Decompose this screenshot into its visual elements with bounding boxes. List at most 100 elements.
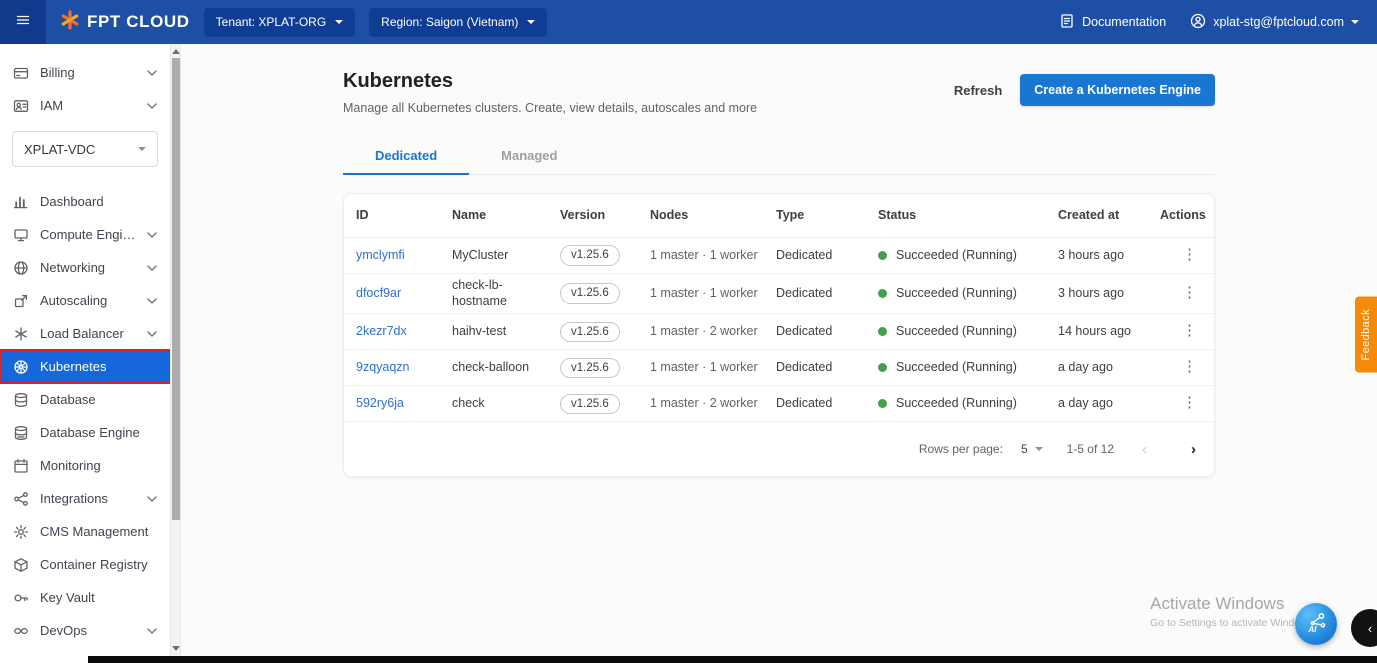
brand-name: FPT CLOUD bbox=[87, 12, 190, 31]
cluster-id-link[interactable]: 9zqyaqzn bbox=[356, 360, 410, 374]
sidebar-item-label: CMS Management bbox=[40, 524, 149, 539]
create-kubernetes-engine-button[interactable]: Create a Kubernetes Engine bbox=[1020, 74, 1215, 106]
sidebar-scrollbar-thumb[interactable] bbox=[172, 58, 180, 520]
sidebar-item-load-balancer[interactable]: Load Balancer bbox=[0, 317, 170, 350]
tab-dedicated[interactable]: Dedicated bbox=[343, 137, 470, 175]
sidebar-item-billing[interactable]: Billing bbox=[0, 56, 170, 89]
cluster-type: Dedicated bbox=[776, 247, 833, 262]
rows-per-page-value: 5 bbox=[1020, 442, 1028, 457]
version-chip: v1.25.6 bbox=[560, 357, 620, 378]
table-row: 592ry6ja check v1.25.6 1 master · 2 worker D… bbox=[344, 386, 1214, 423]
column-header-actions: Actions bbox=[1160, 207, 1206, 222]
page-subtitle: Manage all Kubernetes clusters. Create, … bbox=[343, 101, 758, 115]
sidebar-item-label: Load Balancer bbox=[40, 326, 124, 341]
cms-icon bbox=[13, 524, 29, 540]
cluster-type: Dedicated bbox=[776, 285, 833, 300]
row-actions-kebab-icon[interactable]: ⋮ bbox=[1174, 392, 1205, 413]
version-chip: v1.25.6 bbox=[560, 245, 620, 266]
brand-logo: FPT CLOUD bbox=[60, 9, 190, 35]
pagination-prev-button[interactable]: ‹ bbox=[1138, 441, 1151, 458]
sidebar-item-label: Integrations bbox=[40, 491, 108, 506]
status-dot-icon bbox=[878, 327, 887, 337]
hamburger-icon bbox=[15, 12, 31, 33]
pagination-next-button[interactable]: › bbox=[1187, 441, 1200, 458]
cluster-type: Dedicated bbox=[776, 359, 833, 374]
cluster-id-link[interactable]: dfocf9ar bbox=[356, 286, 401, 300]
sidebar-item-key-vault[interactable]: Key Vault bbox=[0, 581, 170, 614]
row-actions-kebab-icon[interactable]: ⋮ bbox=[1174, 320, 1205, 341]
sidebar-item-devops[interactable]: DevOps bbox=[0, 614, 170, 647]
table-row: ymclymfi MyCluster v1.25.6 1 master · 1 wor… bbox=[344, 238, 1214, 274]
documentation-link[interactable]: Documentation bbox=[1059, 13, 1166, 32]
svg-text:AI: AI bbox=[1307, 624, 1317, 633]
sidebar-item-kubernetes[interactable]: Kubernetes bbox=[0, 349, 170, 384]
cluster-created-at: 3 hours ago bbox=[1058, 285, 1125, 300]
sidebar-item-networking[interactable]: Networking bbox=[0, 251, 170, 284]
cluster-id-link[interactable]: 2kezr7dx bbox=[356, 324, 407, 338]
column-header-name: Name bbox=[452, 207, 487, 222]
sidebar-item-label: Kubernetes bbox=[40, 359, 107, 374]
sidebar-item-label: IAM bbox=[40, 98, 64, 113]
monitoring-icon bbox=[13, 458, 29, 474]
sidebar-item-autoscaling[interactable]: Autoscaling bbox=[0, 284, 170, 317]
documentation-icon bbox=[1059, 13, 1075, 32]
row-actions-kebab-icon[interactable]: ⋮ bbox=[1174, 244, 1205, 265]
page-title: Kubernetes bbox=[343, 70, 454, 92]
sidebar-item-compute-engine[interactable]: Compute Engine bbox=[0, 218, 170, 251]
feedback-tab[interactable]: Feedback bbox=[1355, 297, 1377, 373]
cluster-id-link[interactable]: 592ry6ja bbox=[356, 396, 404, 410]
rows-per-page-label: Rows per page: bbox=[918, 442, 1003, 457]
vdc-selector[interactable]: XPLAT-VDC bbox=[12, 131, 158, 167]
cluster-status: Succeeded (Running) bbox=[896, 395, 1017, 410]
networking-icon bbox=[13, 260, 29, 276]
cluster-id-link[interactable]: ymclymfi bbox=[356, 248, 405, 262]
sidebar-item-container-registry[interactable]: Container Registry bbox=[0, 548, 170, 581]
status-dot-icon bbox=[878, 289, 887, 299]
cluster-nodes: 1 master · 1 worker bbox=[650, 359, 758, 374]
sidebar-scrollbar[interactable] bbox=[170, 44, 180, 663]
sidebar-item-dashboard[interactable]: Dashboard bbox=[0, 185, 170, 218]
column-header-version: Version bbox=[560, 207, 606, 222]
documentation-label: Documentation bbox=[1082, 15, 1167, 29]
chevron-down-icon bbox=[147, 330, 157, 337]
chevron-down-icon bbox=[335, 20, 344, 24]
table-body: ymclymfi MyCluster v1.25.6 1 master · 1 wor… bbox=[344, 238, 1214, 423]
region-selector[interactable]: Region: Saigon (Vietnam) bbox=[369, 7, 548, 37]
sidebar-item-monitoring[interactable]: Monitoring bbox=[0, 449, 170, 482]
row-actions-kebab-icon[interactable]: ⋮ bbox=[1174, 356, 1205, 377]
hamburger-menu-button[interactable] bbox=[0, 0, 46, 44]
tenant-selector[interactable]: Tenant: XPLAT-ORG bbox=[203, 7, 356, 37]
sidebar-item-cms-management[interactable]: CMS Management bbox=[0, 515, 170, 548]
sidebar-item-database-engine[interactable]: Database Engine bbox=[0, 416, 170, 449]
column-header-nodes: Nodes bbox=[650, 207, 689, 222]
tab-managed[interactable]: Managed bbox=[469, 137, 589, 174]
table-row: dfocf9ar check-lb-hostname v1.25.6 1 master… bbox=[344, 274, 1214, 315]
billing-icon bbox=[13, 65, 29, 81]
load-balancer-icon bbox=[13, 326, 29, 342]
scroll-down-icon[interactable] bbox=[171, 642, 181, 654]
scroll-up-icon[interactable] bbox=[171, 45, 181, 57]
database-engine-icon bbox=[13, 425, 29, 441]
user-account-menu[interactable]: xplat-stg@fptcloud.com bbox=[1190, 13, 1359, 32]
ai-assistant-icon: AI bbox=[1303, 609, 1329, 640]
chevron-down-icon bbox=[147, 627, 157, 634]
column-header-status: Status bbox=[878, 207, 917, 222]
tab-bar: Dedicated Managed bbox=[343, 137, 1215, 175]
row-actions-kebab-icon[interactable]: ⋮ bbox=[1174, 282, 1205, 303]
sidebar-item-iam[interactable]: IAM bbox=[0, 89, 170, 122]
column-header-type: Type bbox=[776, 207, 805, 222]
region-label: Region: Saigon (Vietnam) bbox=[381, 15, 519, 29]
rows-per-page-select[interactable]: 5 bbox=[1021, 442, 1043, 456]
cluster-nodes: 1 master · 2 worker bbox=[650, 323, 758, 338]
sidebar-item-label: Monitoring bbox=[40, 458, 101, 473]
ai-assistant-button[interactable]: AI bbox=[1295, 603, 1337, 645]
column-header-created-at: Created at bbox=[1058, 207, 1120, 222]
tenant-label: Tenant: XPLAT-ORG bbox=[215, 15, 327, 29]
sidebar-item-database[interactable]: Database bbox=[0, 383, 170, 416]
chevron-down-icon bbox=[1351, 20, 1359, 24]
sidebar-item-integrations[interactable]: Integrations bbox=[0, 482, 170, 515]
watermark-line1: Activate Windows bbox=[1150, 594, 1285, 613]
refresh-button[interactable]: Refresh bbox=[954, 83, 1002, 98]
cluster-created-at: a day ago bbox=[1058, 395, 1113, 410]
sidebar-item-label: Autoscaling bbox=[40, 293, 108, 308]
